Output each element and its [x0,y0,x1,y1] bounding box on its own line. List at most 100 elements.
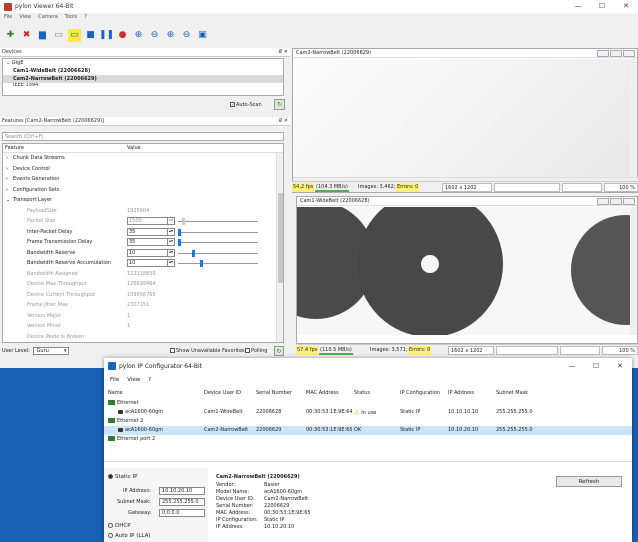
slider-handle[interactable] [182,218,185,225]
cam2-image-view[interactable] [293,59,631,177]
device-item-cam1[interactable]: Cam1-WideBelt (22006628) [3,67,283,75]
feature-row[interactable]: Version Minor 1 [3,321,283,332]
static-ip-option[interactable]: Static IP [108,474,137,480]
auto-scan-toggle[interactable]: ✓ Auto-Scan [230,101,262,110]
feature-row[interactable]: Inter-Packet Delay 35 ▴▾ [3,227,283,238]
feature-row[interactable]: › Events Generation [3,174,283,185]
feature-scrollbar[interactable] [276,153,283,342]
menu-help[interactable]: ? [84,13,87,22]
feature-search-input[interactable]: Search (Ctrl+F) [2,132,284,141]
minimize-button[interactable]: — [566,0,590,13]
user-level-select[interactable]: Guru ▾ [33,346,70,355]
pause-icon[interactable]: ❚❚ [99,29,114,42]
ipconfig-close-button[interactable]: ✕ [608,358,632,374]
refresh-devices-icon[interactable]: ↻ [274,99,285,110]
menu-tools[interactable]: Tools [65,13,77,22]
feature-row[interactable]: › Chunk Data Streams [3,153,283,164]
spin-arrows-icon[interactable]: ▴▾ [167,228,174,235]
continuous-shot-icon[interactable]: ■ [84,29,97,42]
device-item-ieee1394[interactable]: IEEE 1394 [3,83,283,88]
menu-camera[interactable]: Camera [38,13,58,22]
ipconfig-menu-view[interactable]: View [127,377,140,383]
feature-row[interactable]: Device Max Throughput 126699464 [3,279,283,290]
feature-slider[interactable] [178,218,258,225]
col-ip[interactable]: IP Address [448,388,474,398]
chevron-down-icon[interactable]: ⌄ [6,195,10,206]
refresh-button[interactable]: Refresh [556,476,622,487]
features-pin-close-icon[interactable]: ₽ ✕ [279,117,288,126]
add-device-icon[interactable]: ✚ [4,29,17,42]
slider-handle[interactable] [178,239,181,246]
ipconfig-maximize-button[interactable]: ☐ [584,358,608,374]
col-ipconfig[interactable]: IP Configuration [400,388,440,398]
chevron-right-icon[interactable]: › [6,185,8,196]
feature-slider[interactable] [178,260,258,267]
camera-row[interactable]: acA1600-60gm Cam1-WideBelt 22006628 00:30:5… [104,408,632,417]
feature-row[interactable]: Bandwidth Reserve 10 ▴▾ [3,248,283,259]
static-ip-radio[interactable] [108,474,113,479]
auto-scan-checkbox[interactable]: ✓ [230,102,235,107]
col-mac[interactable]: MAC Address [306,388,339,398]
feature-value-spinbox[interactable]: 35 ▴▾ [127,238,175,246]
auto-ip-radio[interactable] [108,533,113,538]
cam1-minimize-button[interactable] [597,198,609,205]
feature-value-spinbox[interactable]: 35 ▴▾ [127,227,175,236]
cam1-image-view[interactable] [297,207,631,335]
feature-row[interactable]: Device Current Throughput 109956765 [3,290,283,301]
chevron-right-icon[interactable]: › [6,164,8,175]
feature-row[interactable]: Frame Transmission Delay 35 ▴▾ [3,237,283,248]
save-icon[interactable]: ▆ [36,29,49,42]
col-status[interactable]: Status [354,388,370,398]
auto-ip-option[interactable]: Auto IP (LLA) [108,533,151,539]
cam2-minimize-button[interactable] [597,50,609,57]
menu-file[interactable]: File [4,13,12,22]
record-icon[interactable]: ● [116,29,129,42]
single-shot-icon[interactable]: ▭ [68,28,81,42]
cam1-close-button[interactable] [623,198,635,205]
feature-slider[interactable] [178,239,258,246]
network-adapter-row[interactable]: Ethernet [104,399,632,408]
col-name[interactable]: Name [108,388,123,398]
chevron-right-icon[interactable]: › [6,174,8,185]
slider-handle[interactable] [200,260,203,267]
gateway-field[interactable]: 0.0.0.0 [159,509,205,517]
feature-row[interactable]: ⌄ Transport Layer [3,195,283,206]
polling-toggle[interactable]: Polling [245,346,267,356]
subnet-mask-field[interactable]: 255.255.255.0 [159,498,205,506]
network-adapter-row[interactable]: Ethernet port 2 [104,435,632,444]
feature-row[interactable]: Bandwidth Reserve Accumulation 10 ▴▾ [3,258,283,269]
show-unavailable-checkbox[interactable] [170,348,175,353]
col-mask[interactable]: Subnet Mask [496,388,528,398]
dhcp-radio[interactable] [108,523,113,528]
feature-refresh-icon[interactable]: ↻ [274,346,284,356]
spin-arrows-icon[interactable]: ▴▾ [167,249,174,256]
dhcp-option[interactable]: DHCP [108,523,131,529]
zoom-100-icon[interactable]: ⊖ [180,29,193,42]
polling-checkbox[interactable] [245,348,250,353]
feature-row[interactable]: Device Mode Is Broken [3,332,283,343]
col-user-id[interactable]: Device User ID [204,388,241,398]
chevron-right-icon[interactable]: › [6,153,8,164]
slider-handle[interactable] [192,249,195,257]
image-window-icon[interactable]: ▣ [196,29,209,42]
ipconfig-menu-help[interactable]: ? [148,377,151,383]
feature-slider[interactable] [178,228,258,236]
menu-view[interactable]: View [19,13,31,22]
spin-arrows-icon[interactable]: ▴▾ [167,218,174,224]
cam2-close-button[interactable] [623,50,635,57]
maximize-button[interactable]: ☐ [590,0,614,13]
feature-scroll-thumb[interactable] [278,193,283,283]
zoom-in-icon[interactable]: ⊕ [132,29,145,42]
open-device-icon[interactable]: ▭ [52,29,65,42]
show-unavailable-toggle[interactable]: Show Unavailable Favorites [170,346,245,356]
ipconfig-menu-file[interactable]: File [110,377,119,383]
cam1-restore-button[interactable] [610,198,622,205]
remove-device-icon[interactable]: ✖ [20,29,33,42]
ip-address-field[interactable]: 10.10.20.10 [159,487,205,495]
spin-arrows-icon[interactable]: ▴▾ [167,239,174,245]
col-serial[interactable]: Serial Number [256,388,292,398]
feature-row[interactable]: Frame Jitter Max 2307151 [3,300,283,311]
pane-pin-close-icon[interactable]: ₽ ✕ [279,48,288,57]
feature-value-spinbox[interactable]: 10 ▴▾ [127,248,175,257]
feature-row[interactable]: PayloadSize 1925604 [3,206,283,217]
